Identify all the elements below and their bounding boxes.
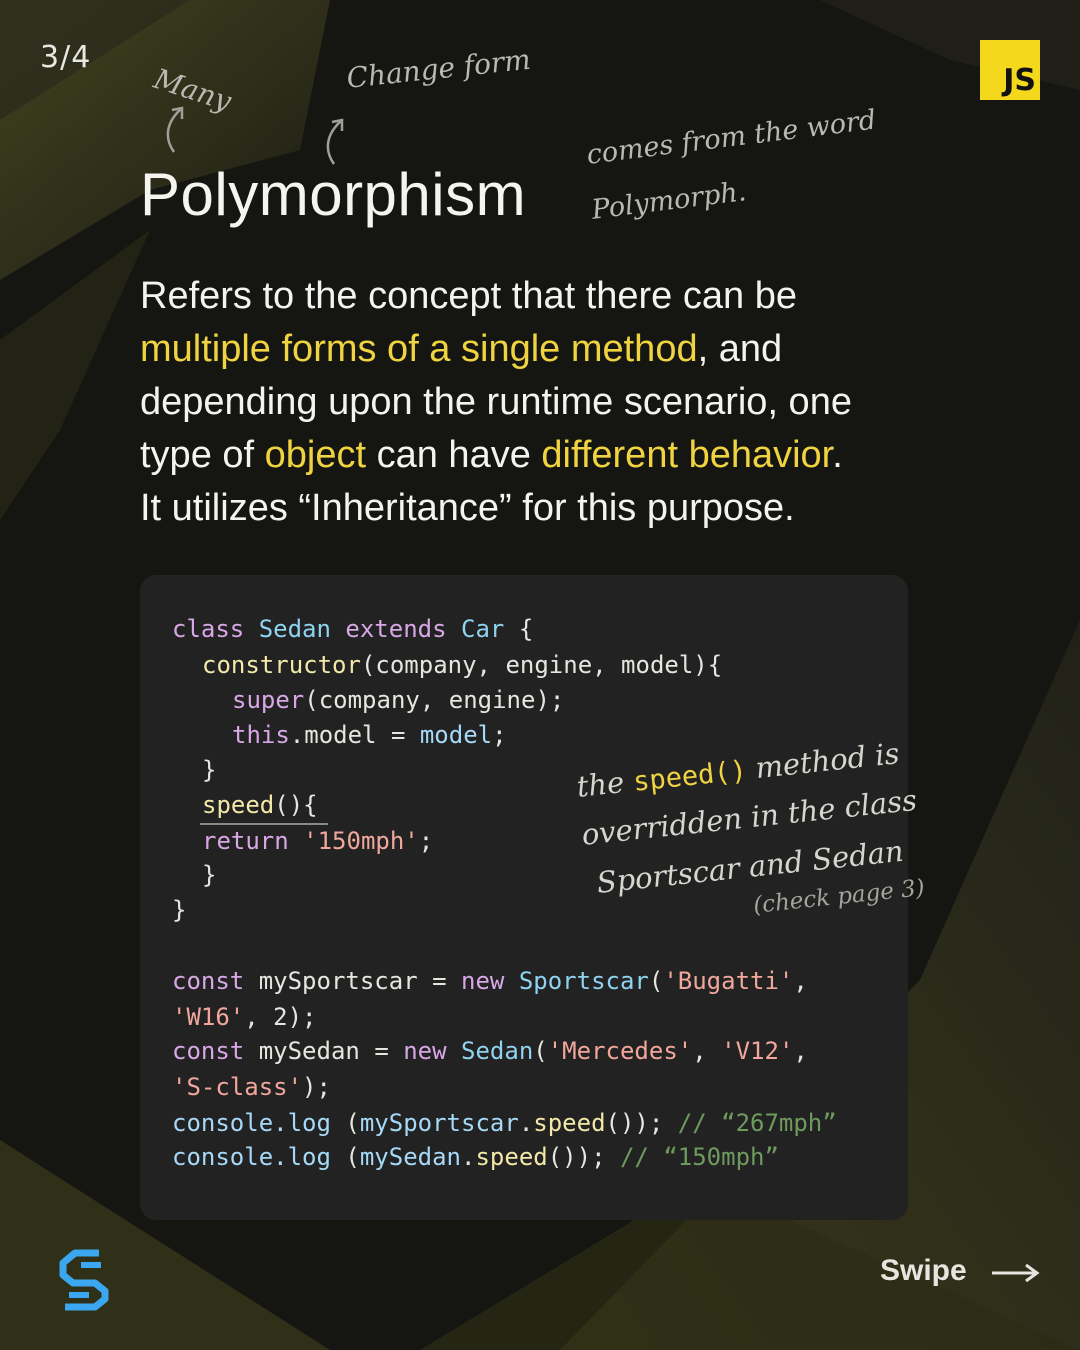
body-text: It utilizes “Inheritance” for this purpo… bbox=[140, 487, 795, 529]
body-text: depending upon the runtime scenario, one bbox=[140, 381, 852, 423]
highlight-text: different behavior bbox=[541, 434, 833, 476]
code-line: } bbox=[202, 756, 217, 784]
code-line: constructor(company, engine, model){ bbox=[202, 651, 723, 679]
code-line: 'S-class'); bbox=[172, 1073, 331, 1101]
curved-arrow-icon bbox=[326, 118, 344, 165]
body-text: type of bbox=[140, 434, 265, 476]
arrow-right-icon[interactable] bbox=[990, 1262, 1040, 1284]
highlight-text: multiple forms of a single method bbox=[140, 328, 698, 370]
code-line: speed(){ bbox=[202, 791, 318, 819]
body-text: . bbox=[832, 434, 843, 476]
curved-arrow-icon bbox=[166, 106, 184, 153]
highlight-text: object bbox=[264, 434, 367, 476]
s-logo-icon bbox=[59, 1249, 109, 1311]
body-text: Refers to the concept that there can be bbox=[140, 275, 797, 317]
code-line: this.model = model; bbox=[232, 721, 507, 749]
page-indicator: 3/4 bbox=[40, 40, 92, 75]
page-title: Polymorphism bbox=[140, 161, 527, 228]
code-line: return '150mph'; bbox=[202, 827, 434, 855]
code-line: const mySedan = new Sedan('Mercedes', 'V… bbox=[172, 1037, 808, 1065]
body-text: can have bbox=[366, 434, 542, 476]
code-line: console.log (mySportscar.speed()); // “2… bbox=[172, 1109, 837, 1137]
code-line: } bbox=[172, 896, 187, 924]
swipe-label[interactable]: Swipe bbox=[880, 1254, 967, 1288]
js-badge: JS bbox=[980, 40, 1040, 100]
code-line: console.log (mySedan.speed()); // “150mp… bbox=[172, 1143, 779, 1171]
code-line: 'W16', 2); bbox=[172, 1003, 317, 1031]
code-line: const mySportscar = new Sportscar('Bugat… bbox=[172, 967, 808, 995]
code-line: super(company, engine); bbox=[232, 686, 565, 714]
body-text: , and bbox=[697, 328, 783, 370]
code-line: class Sedan extends Car { bbox=[172, 615, 534, 643]
code-line: } bbox=[202, 861, 217, 889]
description-paragraph: Refers to the concept that there can be … bbox=[140, 270, 960, 535]
